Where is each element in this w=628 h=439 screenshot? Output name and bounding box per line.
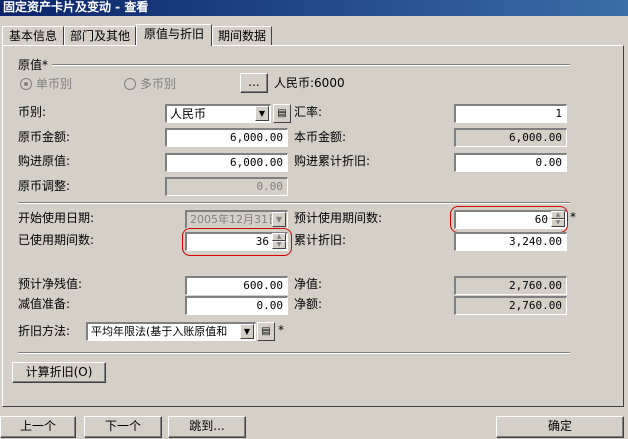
exchange-rate-label: 汇率:	[294, 105, 323, 119]
next-button[interactable]: 下一个	[84, 416, 162, 438]
exchange-rate-input[interactable]: 1	[454, 104, 567, 123]
single-currency-label: 单币别	[36, 77, 73, 91]
est-residual-input[interactable]: 600.00	[185, 276, 288, 295]
section-divider	[18, 202, 570, 204]
highlight-used-periods	[182, 228, 292, 256]
required-marker: *	[570, 210, 576, 224]
local-amount-field: 6,000.00	[454, 128, 567, 147]
impairment-label: 减值准备:	[18, 297, 71, 311]
calculate-depreciation-button[interactable]: 计算折旧(O)	[12, 362, 106, 383]
purchase-dep-input[interactable]: 0.00	[454, 153, 567, 172]
section-divider	[18, 352, 570, 354]
chevron-down-icon[interactable]: ▼	[240, 324, 254, 339]
multi-currency-radio[interactable]	[124, 78, 136, 90]
purchase-value-label: 购进原值:	[18, 154, 71, 168]
est-residual-label: 预计净残值:	[18, 277, 83, 291]
single-currency-radio[interactable]	[20, 78, 32, 90]
multi-currency-label: 多币别	[140, 77, 177, 91]
chevron-down-icon: ▼	[272, 212, 286, 227]
group-divider	[52, 64, 570, 66]
footer-bar: 上一个 下一个 跳到... 确定	[0, 414, 628, 439]
tab-basic-info[interactable]: 基本信息	[2, 26, 64, 45]
local-amount-label: 本币金额:	[294, 130, 347, 144]
chevron-down-icon[interactable]: ▼	[255, 106, 269, 121]
used-periods-label: 已使用期间数:	[18, 233, 95, 247]
purchase-value-input[interactable]: 6,000.00	[165, 153, 288, 172]
impairment-input[interactable]: 0.00	[185, 296, 288, 315]
adjust-field: 0.00	[165, 177, 288, 196]
net-amount-label: 净额:	[294, 297, 323, 311]
currency-summary: 人民币:6000	[274, 76, 345, 90]
highlight-est-periods	[450, 206, 568, 233]
net-value-label: 净值:	[294, 277, 323, 291]
purchase-dep-label: 购进累计折旧:	[294, 154, 371, 168]
start-date-label: 开始使用日期:	[18, 211, 95, 225]
tab-original-depreciation[interactable]: 原值与折旧	[136, 24, 212, 46]
accum-dep-label: 累计折旧:	[294, 233, 347, 247]
ok-button[interactable]: 确定	[496, 416, 624, 438]
orig-amount-label: 原币金额:	[18, 130, 71, 144]
method-lookup-icon[interactable]: ▤	[257, 322, 275, 341]
jump-button[interactable]: 跳到...	[168, 416, 246, 438]
window-title: 固定资产卡片及变动 - 查看	[0, 0, 628, 16]
currency-lookup-icon[interactable]: ▤	[273, 104, 291, 123]
required-marker: *	[278, 323, 284, 337]
net-value-field: 2,760.00	[454, 276, 567, 295]
currency-detail-button[interactable]: ...	[240, 73, 268, 93]
orig-amount-input[interactable]: 6,000.00	[165, 128, 288, 147]
accum-dep-input[interactable]: 3,240.00	[454, 232, 567, 251]
adjust-label: 原币调整:	[18, 179, 71, 193]
method-label: 折旧方法:	[18, 324, 71, 338]
est-periods-label: 预计使用期间数:	[294, 211, 383, 225]
tab-bar: 基本信息 部门及其他 原值与折旧 期间数据	[0, 24, 628, 46]
prev-button[interactable]: 上一个	[0, 416, 76, 438]
tab-department-other[interactable]: 部门及其他	[64, 26, 136, 45]
tab-period-data[interactable]: 期间数据	[212, 26, 272, 45]
currency-label: 币别:	[18, 105, 47, 119]
method-select[interactable]: 平均年限法(基于入账原值和	[86, 322, 256, 341]
net-amount-field: 2,760.00	[454, 296, 567, 315]
original-value-group-label: 原值*	[18, 58, 49, 72]
